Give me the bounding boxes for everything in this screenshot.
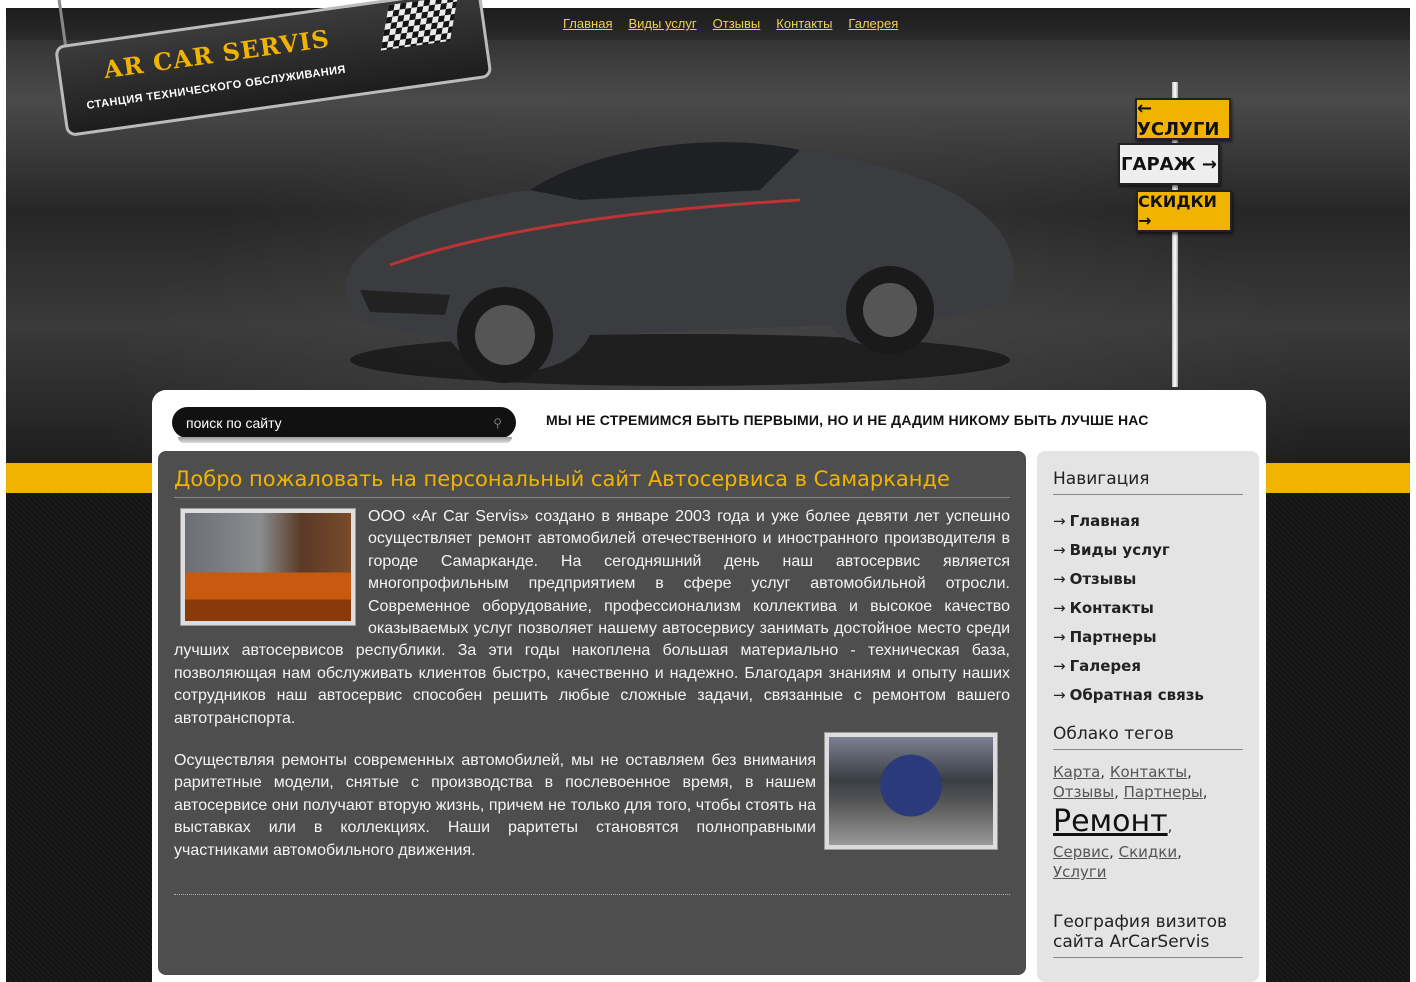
discounts-sign[interactable]: СКИДКИ → bbox=[1136, 190, 1232, 232]
tags-title: Облако тегов bbox=[1053, 724, 1243, 750]
tag-link[interactable]: Ремонт bbox=[1053, 804, 1168, 839]
tag-link[interactable]: Отзывы bbox=[1053, 783, 1114, 801]
team-photo[interactable] bbox=[824, 732, 998, 851]
main-content: Добро пожаловать на персональный сайт Ав… bbox=[158, 451, 1026, 975]
sports-car-image bbox=[345, 142, 1014, 386]
sidebar-item-gallery[interactable]: → Галерея bbox=[1053, 652, 1243, 681]
office-photo[interactable] bbox=[180, 508, 356, 626]
top-nav-services[interactable]: Виды услуг bbox=[628, 16, 696, 31]
top-nav-contacts[interactable]: Контакты bbox=[776, 16, 832, 31]
slogan: МЫ НЕ СТРЕМИМСЯ БЫТЬ ПЕРВЫМИ, НО И НЕ ДА… bbox=[546, 412, 1149, 428]
search-input[interactable] bbox=[186, 414, 476, 431]
tag-link[interactable]: Сервис bbox=[1053, 843, 1109, 861]
search-icon[interactable]: ⚲ bbox=[493, 416, 502, 430]
tag-link[interactable]: Контакты bbox=[1110, 763, 1187, 781]
services-sign[interactable]: ← УСЛУГИ bbox=[1135, 98, 1231, 140]
sidebar-nav: → Главная → Виды услуг → Отзывы → Контакты →… bbox=[1053, 507, 1243, 710]
top-nav: Главная Виды услуг Отзывы Контакты Галер… bbox=[563, 16, 898, 31]
nav-title: Навигация bbox=[1053, 469, 1243, 495]
arrow-right-icon: → bbox=[1053, 512, 1066, 530]
tag-link[interactable]: Партнеры bbox=[1124, 783, 1203, 801]
sidebar-item-home[interactable]: → Главная bbox=[1053, 507, 1243, 536]
arrow-right-icon: → bbox=[1053, 686, 1066, 704]
arrow-right-icon: → bbox=[1053, 657, 1066, 675]
arrow-right-icon: → bbox=[1053, 599, 1066, 617]
tag-cloud: Карта, Контакты, Отзывы, Партнеры, Ремон… bbox=[1053, 763, 1208, 881]
top-nav-gallery[interactable]: Галерея bbox=[848, 16, 898, 31]
sidebar-item-services[interactable]: → Виды услуг bbox=[1053, 536, 1243, 565]
sidebar: Навигация → Главная → Виды услуг → Отзывы →… bbox=[1037, 451, 1259, 982]
page-title: Добро пожаловать на персональный сайт Ав… bbox=[174, 467, 1010, 498]
top-nav-home[interactable]: Главная bbox=[563, 16, 612, 31]
garage-sign[interactable]: ГАРАЖ → bbox=[1118, 143, 1220, 185]
geo-title: География визитов сайта ArCarServis bbox=[1053, 912, 1243, 958]
arrow-right-icon: → bbox=[1053, 541, 1066, 559]
tag-link[interactable]: Услуги bbox=[1053, 863, 1106, 881]
divider bbox=[174, 894, 1010, 896]
tag-link[interactable]: Карта bbox=[1053, 763, 1100, 781]
search-box: ⚲ bbox=[172, 407, 516, 438]
sidebar-item-reviews[interactable]: → Отзывы bbox=[1053, 565, 1243, 594]
tag-link[interactable]: Скидки bbox=[1119, 843, 1177, 861]
arrow-right-icon: → bbox=[1053, 628, 1066, 646]
arrow-right-icon: → bbox=[1053, 570, 1066, 588]
sidebar-item-feedback[interactable]: → Обратная связь bbox=[1053, 681, 1243, 710]
search-shadow bbox=[178, 437, 512, 443]
top-nav-reviews[interactable]: Отзывы bbox=[713, 16, 761, 31]
sidebar-item-contacts[interactable]: → Контакты bbox=[1053, 594, 1243, 623]
sidebar-item-partners[interactable]: → Партнеры bbox=[1053, 623, 1243, 652]
